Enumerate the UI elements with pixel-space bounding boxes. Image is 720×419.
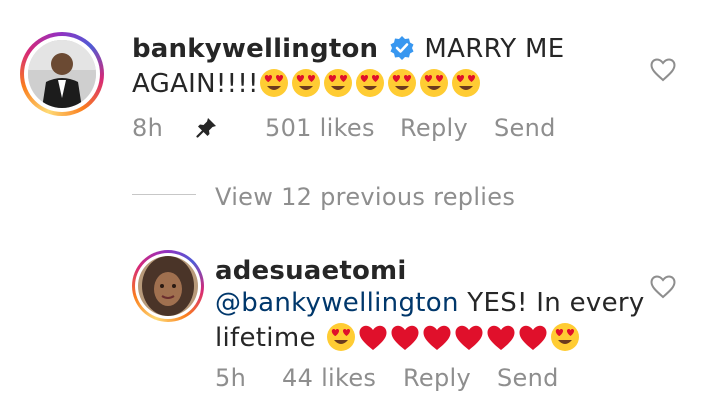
reply-username[interactable]: adesuaetomi: [215, 256, 406, 286]
pin-icon: [196, 116, 218, 142]
like-heart-icon[interactable]: [650, 58, 676, 86]
heart-eyes-emoji-icon: [291, 68, 321, 102]
red-heart-emoji-icon: [486, 324, 516, 356]
avatar-photo: [138, 256, 198, 316]
comment-text-line1: MARRY ME: [424, 34, 565, 64]
comment-username[interactable]: bankywellington: [132, 34, 378, 64]
comment-send-button[interactable]: Send: [494, 114, 556, 142]
reply-emojis: [326, 323, 582, 351]
red-heart-emoji-icon: [518, 324, 548, 356]
comment-time: 8h: [132, 114, 164, 142]
heart-eyes-emoji-icon: [550, 322, 580, 356]
heart-eyes-emoji-icon: [387, 68, 417, 102]
heart-eyes-emoji-icon: [355, 68, 385, 102]
verified-badge-icon: [389, 35, 415, 65]
reply-send-button[interactable]: Send: [497, 364, 559, 392]
comment-likes[interactable]: 501 likes: [265, 114, 375, 142]
avatar-adesuaetomi[interactable]: [132, 250, 204, 322]
red-heart-emoji-icon: [358, 324, 388, 356]
avatar-bankywellington[interactable]: [20, 32, 104, 116]
heart-eyes-emoji-icon: [419, 68, 449, 102]
red-heart-emoji-icon: [422, 324, 452, 356]
heart-eyes-emoji-icon: [259, 68, 289, 102]
heart-eyes-emoji-icon: [323, 68, 353, 102]
reply-time: 5h: [215, 364, 247, 392]
reply-text-line1: YES! In every: [458, 288, 645, 318]
view-replies-divider: [132, 194, 196, 195]
reply-like-heart-icon[interactable]: [650, 275, 676, 303]
reply-likes[interactable]: 44 likes: [282, 364, 376, 392]
comment-text-line2: AGAIN!!!!: [132, 69, 259, 99]
comment-reply-button[interactable]: Reply: [400, 114, 468, 142]
reply-reply-button[interactable]: Reply: [403, 364, 471, 392]
avatar-photo: [28, 40, 96, 108]
red-heart-emoji-icon: [390, 324, 420, 356]
heart-eyes-emoji-icon: [451, 68, 481, 102]
reply-mention-link[interactable]: @bankywellington: [215, 288, 459, 318]
red-heart-emoji-icon: [454, 324, 484, 356]
reply-text-line2: lifetime: [215, 323, 316, 353]
view-previous-replies-button[interactable]: View 12 previous replies: [215, 183, 515, 211]
heart-eyes-emoji-icon: [326, 322, 356, 356]
comment-emojis: [259, 69, 483, 97]
